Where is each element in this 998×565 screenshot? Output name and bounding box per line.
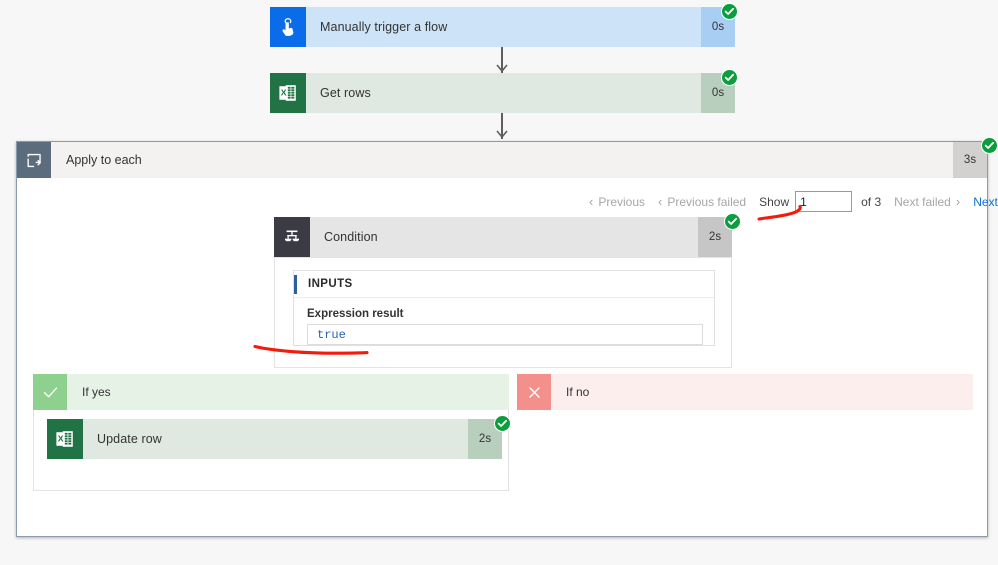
show-label: Show [759, 194, 790, 209]
next-button[interactable]: Next › [973, 194, 998, 209]
excel-icon: X [47, 419, 83, 459]
chevron-left-icon: ‹ [589, 194, 594, 209]
previous-label: Previous [598, 194, 646, 209]
trigger-status-badge [721, 3, 738, 20]
previous-button[interactable]: ‹ Previous [589, 194, 645, 209]
apply-to-each-container: Apply to each 3s ‹ Previous ‹ Previous f… [16, 141, 998, 537]
condition-card[interactable]: Condition 2s [274, 217, 732, 257]
chevron-right-icon: › [955, 194, 961, 209]
condition-details-panel: INPUTS Expression result true [274, 257, 732, 368]
condition-branch-icon [274, 217, 310, 257]
x-icon [517, 374, 551, 410]
previous-failed-button[interactable]: ‹ Previous failed [658, 194, 746, 209]
apply-to-each-header[interactable]: Apply to each 3s [17, 142, 987, 178]
branch-if-no-header[interactable]: If no [517, 374, 973, 410]
inputs-label: INPUTS [308, 278, 353, 290]
next-label: Next [973, 194, 998, 209]
get-rows-status-badge [721, 69, 738, 86]
branch-if-yes-body: X Update row 2s [33, 410, 511, 491]
update-row-status-badge [494, 415, 511, 432]
action-card-get-rows[interactable]: X Get rows 0s [270, 73, 735, 113]
iteration-pager: ‹ Previous ‹ Previous failed Show of 3 N… [589, 191, 998, 212]
branch-if-yes-label: If yes [82, 385, 111, 399]
condition-title: Condition [324, 230, 378, 244]
branch-if-yes-header[interactable]: If yes [33, 374, 509, 410]
inputs-header: INPUTS [294, 271, 714, 298]
action-title: Update row [97, 432, 162, 446]
apply-to-each-status-badge [981, 137, 998, 154]
touch-trigger-icon [270, 7, 306, 47]
expression-result-label: Expression result [307, 308, 404, 320]
svg-text:X: X [281, 88, 287, 98]
previous-failed-label: Previous failed [667, 194, 747, 209]
foreach-loop-icon [17, 142, 51, 178]
branch-if-yes: If yes X Update row 2s [33, 374, 511, 491]
branch-if-no-label: If no [566, 385, 590, 399]
chevron-left-icon: ‹ [658, 194, 663, 209]
next-failed-label: Next failed [894, 194, 951, 209]
trigger-card[interactable]: Manually trigger a flow 0s [270, 7, 735, 47]
trigger-title: Manually trigger a flow [320, 20, 448, 34]
action-title: Get rows [320, 86, 371, 100]
expression-result-value: true [307, 324, 703, 345]
inputs-card: INPUTS Expression result true [293, 270, 715, 346]
of-total-label: of 3 [861, 194, 882, 209]
page-number-input[interactable] [795, 191, 853, 212]
svg-text:X: X [58, 434, 64, 444]
branch-if-no: If no [517, 374, 973, 410]
condition-status-badge [724, 213, 741, 230]
apply-to-each-title: Apply to each [66, 153, 142, 167]
check-icon [33, 374, 67, 410]
next-failed-button[interactable]: Next failed › [894, 194, 960, 209]
inputs-accent-bar [294, 275, 297, 294]
flow-run-canvas: Manually trigger a flow 0s X Get rows 0s… [0, 0, 998, 565]
excel-icon: X [270, 73, 306, 113]
action-card-update-row[interactable]: X Update row 2s [47, 419, 502, 459]
